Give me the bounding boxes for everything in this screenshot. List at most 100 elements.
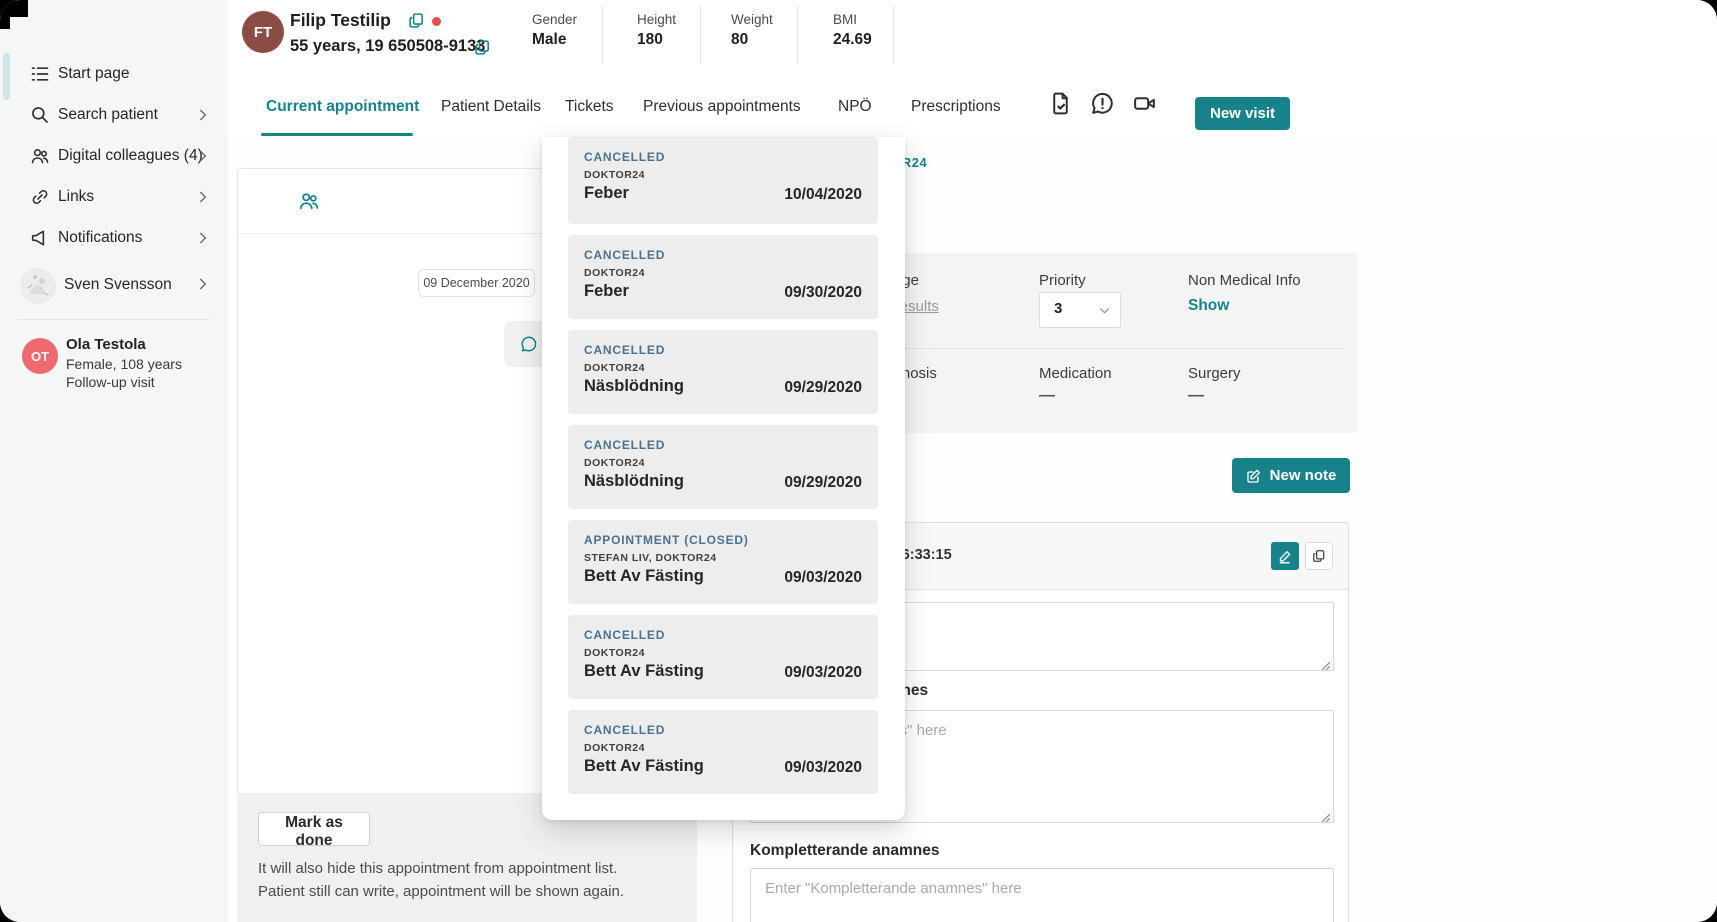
corner-notch — [0, 0, 10, 29]
chevron-right-icon — [196, 231, 210, 245]
resize-handle[interactable] — [1321, 658, 1331, 668]
medication-label: Medication — [1039, 365, 1112, 382]
appointment-title: Näsblödning — [584, 377, 684, 396]
sidebar-item-label: Search patient — [58, 106, 158, 124]
edit-note-button[interactable] — [1271, 542, 1299, 570]
new-visit-button[interactable]: New visit — [1195, 97, 1290, 130]
appointment-card[interactable]: APPOINTMENT (CLOSED) STEFAN LIV, DOKTOR2… — [568, 520, 878, 604]
tab-prescriptions[interactable]: Prescriptions — [911, 98, 1001, 116]
chat-bubble-icon — [520, 335, 538, 353]
content-area: 09 December 2020 Mark as done It will al… — [228, 137, 1717, 922]
profile-avatar — [20, 268, 56, 304]
patient-card-demographics: Female, 108 years — [66, 356, 182, 372]
appointment-provider: DOKTOR24 — [584, 742, 645, 754]
tab-npo[interactable]: NPÖ — [838, 98, 872, 116]
priority-label: Priority — [1039, 272, 1086, 289]
search-icon — [30, 105, 50, 125]
sidebar-item-notifications[interactable]: Notifications — [0, 223, 228, 253]
tab-previous-appointments[interactable]: Previous appointments — [643, 98, 801, 116]
non-medical-show-link[interactable]: Show — [1188, 297, 1229, 315]
stat-height: Height 180 — [637, 12, 676, 49]
appointment-date: 09/03/2020 — [784, 569, 862, 587]
appointment-status: CANCELLED — [584, 628, 665, 642]
resize-handle[interactable] — [1321, 810, 1331, 820]
copy-icon[interactable] — [474, 39, 491, 56]
tab-tickets[interactable]: Tickets — [565, 98, 614, 116]
sidebar-item-links[interactable]: Links — [0, 182, 228, 212]
chevron-right-icon — [196, 190, 210, 204]
tab-patient-details[interactable]: Patient Details — [441, 98, 541, 116]
appointment-card[interactable]: CANCELLED DOKTOR24 Bett Av Fästing 09/03… — [568, 710, 878, 794]
appointment-status: CANCELLED — [584, 438, 665, 452]
medication-value: — — [1039, 387, 1055, 405]
appointment-card[interactable]: CANCELLED DOKTOR24 Näsblödning 09/29/202… — [568, 425, 878, 509]
stat-label: BMI — [833, 12, 872, 27]
appointment-card[interactable]: CANCELLED DOKTOR24 Näsblödning 09/29/202… — [568, 330, 878, 414]
appointment-provider: DOKTOR24 — [584, 267, 645, 279]
priority-select[interactable]: 3 — [1039, 292, 1121, 328]
tab-current-appointment[interactable]: Current appointment — [266, 98, 419, 116]
tab-bar: Current appointment Patient Details Tick… — [228, 70, 1717, 138]
sidebar-item-search-patient[interactable]: Search patient — [0, 100, 228, 130]
appointment-card[interactable]: CANCELLED DOKTOR24 Feber 09/30/2020 — [568, 235, 878, 319]
patient-header-avatar: FT — [242, 11, 284, 53]
alert-bubble-icon[interactable] — [1090, 91, 1115, 116]
note-field-kompletterande — [750, 868, 1334, 922]
group-icon — [298, 190, 320, 212]
sidebar-item-digital-colleagues[interactable]: Digital colleagues (4) — [0, 141, 228, 171]
stat-bmi: BMI 24.69 — [833, 12, 872, 49]
appointment-status: APPOINTMENT (CLOSED) — [584, 533, 749, 547]
new-note-button[interactable]: New note — [1232, 458, 1350, 493]
kompletterande-textarea[interactable] — [751, 869, 1333, 922]
appointment-title: Bett Av Fästing — [584, 567, 704, 586]
mark-as-done-button[interactable]: Mark as done — [258, 812, 370, 846]
chevron-down-icon — [1098, 304, 1111, 317]
copy-note-button[interactable] — [1305, 542, 1333, 570]
sidebar-current-patient-card[interactable]: OT Ola Testola Female, 108 years Follow-… — [0, 330, 228, 394]
pencil-icon — [1278, 549, 1293, 564]
sidebar-item-start-page[interactable]: Start page — [0, 59, 228, 89]
appointment-title: Bett Av Fästing — [584, 662, 704, 681]
appointment-date: 09/29/2020 — [784, 379, 862, 397]
non-medical-info-label: Non Medical Info — [1188, 272, 1301, 289]
appointment-date: 09/03/2020 — [784, 759, 862, 777]
video-camera-icon[interactable] — [1132, 91, 1157, 116]
surgery-value: — — [1188, 387, 1204, 405]
appointment-title: Feber — [584, 184, 629, 203]
stat-value: 80 — [731, 31, 773, 49]
stat-divider — [602, 6, 603, 64]
document-check-icon[interactable] — [1048, 91, 1073, 116]
stat-label: Weight — [731, 12, 773, 27]
sidebar-profile-sven-svensson[interactable]: Sven Svensson — [0, 266, 228, 306]
appointment-card[interactable]: CANCELLED DOKTOR24 Feber 10/04/2020 — [568, 137, 878, 224]
pencil-square-icon — [1246, 468, 1262, 484]
priority-value: 3 — [1054, 300, 1062, 317]
appointments-dropdown: CANCELLED DOKTOR24 Feber 10/04/2020 CANC… — [542, 137, 905, 820]
stat-weight: Weight 80 — [731, 12, 773, 49]
app-window: Start page Search patient Digital collea… — [0, 0, 1717, 922]
stat-divider — [893, 6, 894, 64]
patient-details-line: 55 years, 19 650508-9133 — [290, 37, 485, 56]
patient-header: FT Filip Testilip 55 years, 19 650508-91… — [228, 0, 1717, 71]
link-icon — [30, 187, 50, 207]
appointment-provider: STEFAN LIV, DOKTOR24 — [584, 552, 717, 564]
appointment-date: 09/03/2020 — [784, 664, 862, 682]
megaphone-icon — [30, 228, 50, 248]
start-page-list-icon — [30, 64, 50, 84]
stat-divider — [700, 6, 701, 64]
colleagues-icon — [30, 146, 50, 166]
patient-card-name: Ola Testola — [66, 336, 146, 353]
mark-as-done-description: It will also hide this appointment from … — [258, 857, 624, 903]
appointment-title: Näsblödning — [584, 472, 684, 491]
description-line: It will also hide this appointment from … — [258, 857, 624, 880]
appointment-provider: DOKTOR24 — [584, 362, 645, 374]
appointment-title: Bett Av Fästing — [584, 757, 704, 776]
appointment-status: CANCELLED — [584, 343, 665, 357]
panel-divider — [858, 348, 1345, 349]
active-tab-underline — [261, 133, 413, 136]
appointment-title: Feber — [584, 282, 629, 301]
appointment-card[interactable]: CANCELLED DOKTOR24 Bett Av Fästing 09/03… — [568, 615, 878, 699]
copy-icon — [1312, 549, 1326, 564]
profile-name: Sven Svensson — [64, 276, 172, 294]
copy-icon[interactable] — [408, 12, 425, 29]
